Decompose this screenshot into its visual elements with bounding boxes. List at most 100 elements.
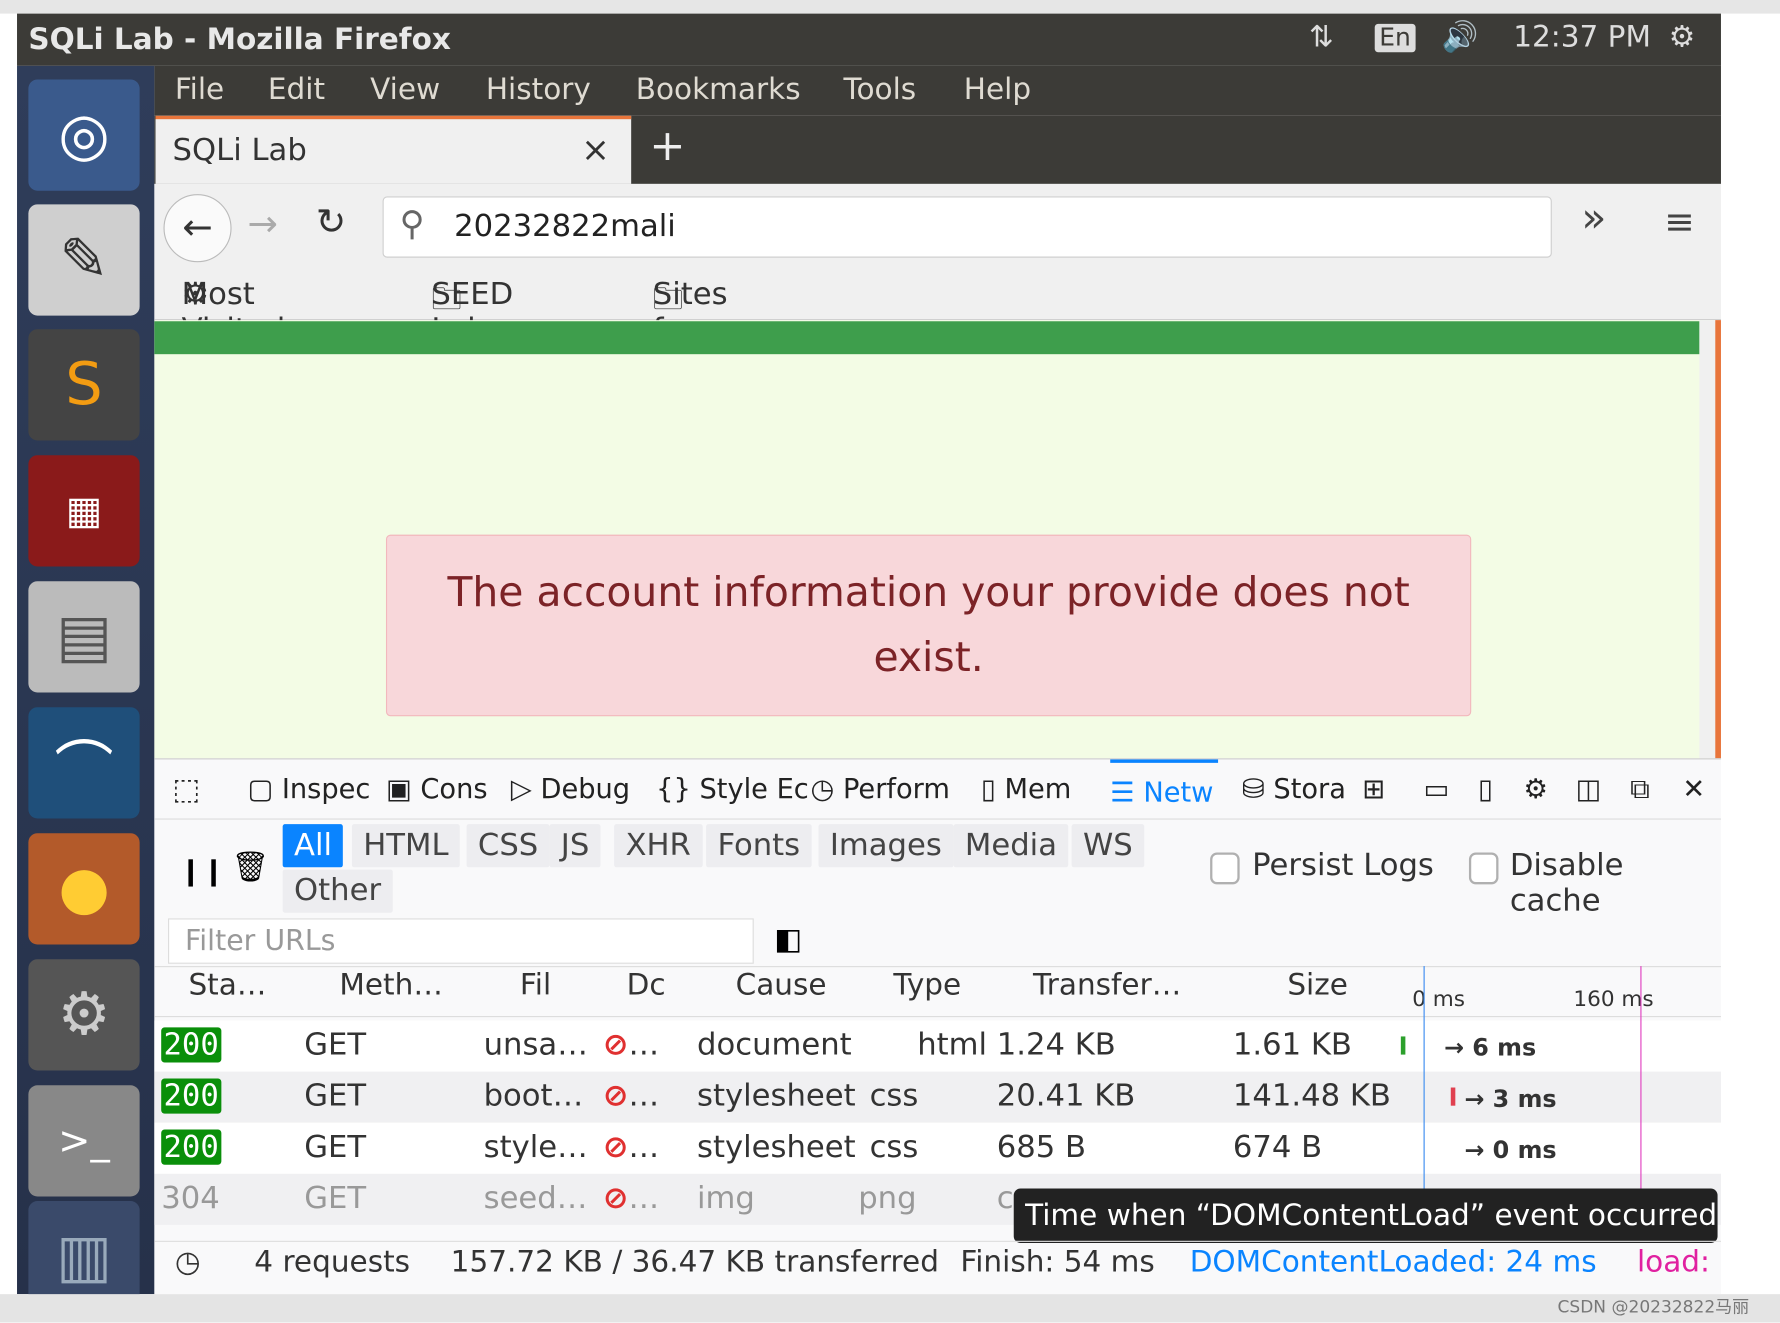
tab-network[interactable]: ☰ Netw [1110, 759, 1219, 808]
overflow-button[interactable]: » [1581, 195, 1606, 242]
filter-css[interactable]: CSS [466, 824, 550, 868]
disable-cache-checkbox[interactable] [1468, 852, 1499, 885]
filter-urls-placeholder: Filter URLs [185, 924, 336, 957]
separate-window-icon[interactable]: ⧉ [1630, 773, 1649, 805]
gear-icon[interactable]: ⚙ [1669, 20, 1695, 54]
scrollbar[interactable] [1699, 320, 1721, 759]
wireshark-icon[interactable]: ⌒ [28, 707, 140, 819]
cell-domain: ⊘… [602, 1027, 660, 1063]
filter-urls-input[interactable]: Filter URLs [168, 918, 754, 964]
menu-edit[interactable]: Edit [268, 73, 325, 107]
filter-ws[interactable]: WS [1071, 824, 1145, 868]
back-button[interactable]: ← [163, 194, 232, 263]
file-cabinet-icon[interactable]: ▤ [28, 581, 140, 693]
sublime-text-icon[interactable]: S [28, 329, 140, 441]
hamburger-menu-button[interactable]: ≡ [1664, 200, 1694, 243]
keyboard-language[interactable]: En [1374, 23, 1416, 53]
tab-console[interactable]: ▣ Cons [386, 773, 488, 805]
scratchpad-icon[interactable]: ▭ [1424, 773, 1450, 805]
cell-cause: stylesheet [697, 1078, 856, 1114]
cell-transferred: 20.41 KB [996, 1078, 1136, 1114]
new-tab-button[interactable]: + [649, 120, 685, 170]
tab-style-editor[interactable]: {} Style Ec [656, 773, 809, 805]
col-file[interactable]: Fil [520, 968, 551, 1002]
disable-cache-label: Disable cache [1509, 847, 1624, 919]
cell-size: 1.61 KB [1232, 1027, 1352, 1063]
cell-type: css [869, 1078, 919, 1114]
text-editor-icon[interactable]: ✎ [28, 204, 140, 316]
menu-view[interactable]: View [370, 73, 440, 107]
filter-xhr[interactable]: XHR [614, 824, 703, 868]
top-strip [0, 0, 1780, 14]
cell-domain: ⊘… [602, 1129, 660, 1165]
col-method[interactable]: Meth… [339, 968, 442, 1002]
tab-debugger[interactable]: ▷ Debug [511, 773, 630, 805]
menu-file[interactable]: File [175, 73, 224, 107]
filter-media[interactable]: Media [953, 824, 1069, 868]
settings-gear-icon[interactable]: ⚙ [1523, 773, 1547, 805]
watermark: CSDN @20232822马丽 [1557, 1296, 1750, 1317]
persist-logs-checkbox[interactable] [1210, 852, 1240, 885]
toggle-sidebar-icon[interactable]: ◧ [774, 923, 802, 957]
col-size[interactable]: Size [1287, 968, 1348, 1002]
system-settings-icon[interactable]: ⚙ [28, 959, 140, 1071]
timing-label: → 6 ms [1443, 1034, 1537, 1062]
search-icon: ⚲ [399, 204, 425, 245]
cell-method: GET [304, 1027, 367, 1063]
url-bar[interactable]: ⚲ 20232822mali [382, 196, 1552, 258]
network-icon[interactable]: ⇅ [1309, 20, 1334, 54]
col-domain[interactable]: Dc [627, 968, 666, 1002]
table-row[interactable]: 200 GET style… ⊘… stylesheet css 685 B 674 B → 0… [154, 1122, 1721, 1174]
green-banner [154, 321, 1700, 355]
menu-bar: File Edit View History Bookmarks Tools H… [154, 65, 1721, 116]
filter-fonts[interactable]: Fonts [706, 824, 812, 868]
tab-storage[interactable]: ⛁ Stora [1242, 773, 1346, 805]
col-cause[interactable]: Cause [736, 968, 827, 1002]
filter-all[interactable]: All [282, 824, 344, 868]
trash-icon[interactable]: 🗑 [232, 850, 269, 884]
firefox-icon[interactable]: ● [28, 833, 140, 945]
divider [154, 818, 1721, 820]
close-devtools-icon[interactable]: ✕ [1682, 773, 1705, 805]
performance-analysis-icon[interactable]: ◷ [175, 1245, 201, 1279]
forward-button[interactable]: → [247, 202, 277, 245]
col-status[interactable]: Sta… [188, 968, 266, 1002]
responsive-layout-icon[interactable]: ⊞ [1362, 773, 1385, 805]
tab-inspector[interactable]: ▢ Inspec [247, 773, 370, 805]
terminal-icon[interactable]: >_ [28, 1085, 140, 1197]
col-transferred[interactable]: Transfer… [1033, 968, 1181, 1002]
menu-bookmarks[interactable]: Bookmarks [636, 73, 801, 107]
clock[interactable]: 12:37 PM [1513, 20, 1651, 54]
menu-history[interactable]: History [486, 73, 591, 107]
menu-tools[interactable]: Tools [843, 73, 916, 107]
terminal-grid-icon[interactable]: ▦ [28, 455, 140, 567]
table-row[interactable]: 200 GET unsa… ⊘… document html 1.24 KB 1.61 KB →… [154, 1020, 1721, 1072]
col-type[interactable]: Type [893, 968, 961, 1002]
table-row[interactable]: 200 GET boot… ⊘… stylesheet css 20.41 KB 141.48… [154, 1071, 1721, 1123]
responsive-design-icon[interactable]: ▯ [1478, 773, 1493, 805]
menu-help[interactable]: Help [964, 73, 1031, 107]
tab-sqli-lab[interactable]: SQLi Lab × [155, 115, 632, 184]
filter-other[interactable]: Other [282, 869, 393, 913]
url-text: 20232822mali [454, 208, 676, 245]
timeline-tick-0: 0 ms [1412, 986, 1466, 1012]
cell-file: unsa… [483, 1027, 588, 1063]
tab-performance[interactable]: ◷ Perform [811, 773, 950, 805]
volume-icon[interactable]: 🔊 [1442, 20, 1479, 54]
close-tab-icon[interactable]: × [581, 131, 610, 171]
pause-icon[interactable]: ❙❙ [179, 855, 225, 887]
tooltip: Time when “DOMContentLoad” event occurre… [1013, 1188, 1718, 1244]
timeline-tick-160: 160 ms [1573, 986, 1654, 1012]
system-top-panel: SQLi Lab - Mozilla Firefox ⇅ En 🔊 12:37 … [17, 13, 1721, 66]
tab-label: SQLi Lab [172, 132, 307, 169]
cell-file: seed… [483, 1180, 588, 1216]
ubuntu-dash-icon[interactable]: ◎ [28, 79, 140, 191]
dock-side-icon[interactable]: ◫ [1576, 773, 1602, 805]
tab-memory[interactable]: ▯ Mem [981, 773, 1071, 805]
cell-type: css [869, 1129, 919, 1165]
filter-js[interactable]: JS [549, 824, 601, 868]
filter-images[interactable]: Images [818, 824, 954, 868]
filter-html[interactable]: HTML [351, 824, 460, 868]
pick-element-icon[interactable]: ⬚ [173, 773, 201, 807]
reload-button[interactable]: ↻ [316, 200, 346, 243]
